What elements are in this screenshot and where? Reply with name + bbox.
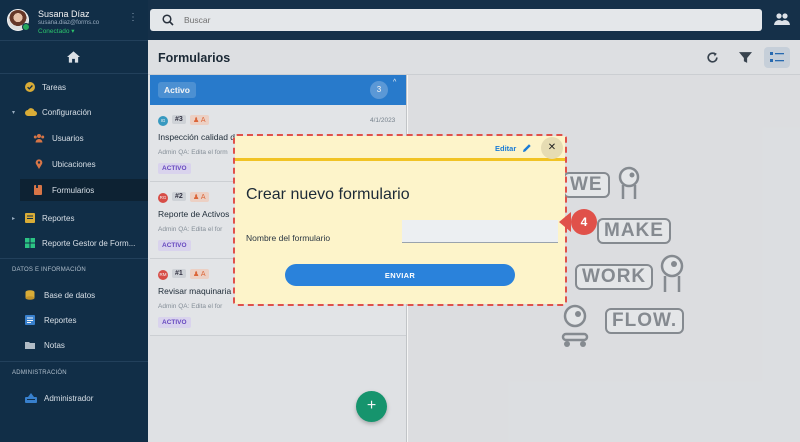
form-name-label: Nombre del formulario [246,233,331,243]
form-name-input[interactable] [402,220,558,243]
modal-title: Crear nuevo formulario [246,186,410,203]
modal-toolbar: Editar ✕ [235,136,565,161]
submit-button[interactable]: ENVIAR [285,264,515,286]
edit-link[interactable]: Editar [495,144,516,153]
pencil-icon[interactable] [522,143,532,153]
close-button[interactable]: ✕ [541,137,563,159]
step-number: 4 [580,215,588,229]
create-form-modal: Editar ✕ Crear nuevo formulario Nombre d… [235,136,565,304]
